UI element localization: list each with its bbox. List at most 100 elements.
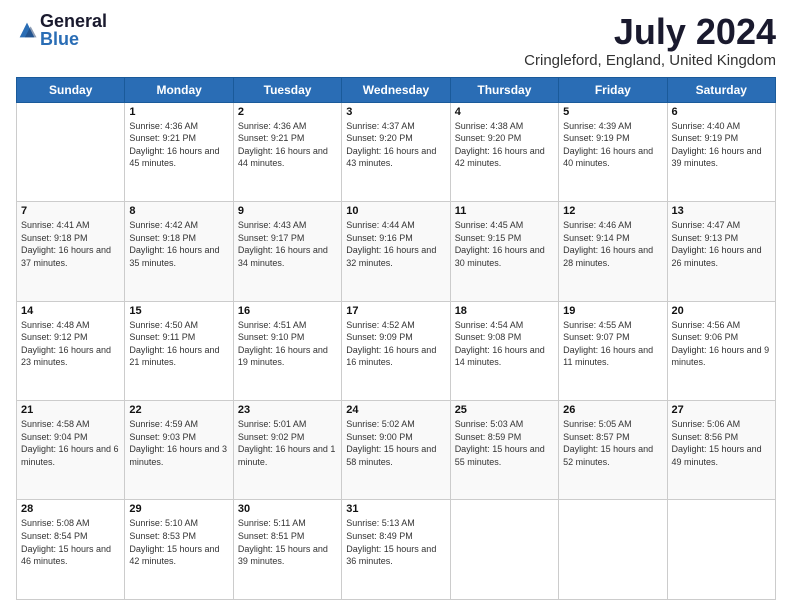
day-number: 4: [455, 106, 554, 118]
day-number: 13: [672, 205, 771, 217]
day-number: 5: [563, 106, 662, 118]
day-info: Sunrise: 4:58 AM Sunset: 9:04 PM Dayligh…: [21, 418, 120, 468]
day-info: Sunrise: 4:54 AM Sunset: 9:08 PM Dayligh…: [455, 319, 554, 369]
calendar-week-row: 28 Sunrise: 5:08 AM Sunset: 8:54 PM Dayli…: [17, 500, 776, 600]
day-number: 26: [563, 404, 662, 416]
table-row: [450, 500, 558, 600]
table-row: 15 Sunrise: 4:50 AM Sunset: 9:11 PM Dayli…: [125, 301, 233, 400]
day-number: 12: [563, 205, 662, 217]
day-number: 27: [672, 404, 771, 416]
day-info: Sunrise: 4:40 AM Sunset: 9:19 PM Dayligh…: [672, 120, 771, 170]
calendar-week-row: 7Sunrise: 4:41 AM Sunset: 9:18 PM Daylig…: [17, 202, 776, 301]
table-row: 11 Sunrise: 4:45 AM Sunset: 9:15 PM Dayli…: [450, 202, 558, 301]
table-row: 7Sunrise: 4:41 AM Sunset: 9:18 PM Daylig…: [17, 202, 125, 301]
day-info: Sunrise: 5:08 AM Sunset: 8:54 PM Dayligh…: [21, 517, 120, 567]
col-saturday: Saturday: [667, 77, 775, 102]
day-info: Sunrise: 5:06 AM Sunset: 8:56 PM Dayligh…: [672, 418, 771, 468]
table-row: [17, 102, 125, 201]
col-thursday: Thursday: [450, 77, 558, 102]
table-row: 16 Sunrise: 4:51 AM Sunset: 9:10 PM Dayli…: [233, 301, 341, 400]
table-row: 4 Sunrise: 4:38 AM Sunset: 9:20 PM Daylig…: [450, 102, 558, 201]
day-number: 31: [346, 503, 445, 515]
day-info: Sunrise: 4:50 AM Sunset: 9:11 PM Dayligh…: [129, 319, 228, 369]
day-info: Sunrise: 5:02 AM Sunset: 9:00 PM Dayligh…: [346, 418, 445, 468]
day-number: 7: [21, 205, 120, 217]
col-friday: Friday: [559, 77, 667, 102]
col-wednesday: Wednesday: [342, 77, 450, 102]
day-info: Sunrise: 4:37 AM Sunset: 9:20 PM Dayligh…: [346, 120, 445, 170]
day-info: Sunrise: 4:38 AM Sunset: 9:20 PM Dayligh…: [455, 120, 554, 170]
day-info: Sunrise: 4:44 AM Sunset: 9:16 PM Dayligh…: [346, 219, 445, 269]
logo-text: General Blue: [40, 12, 107, 48]
table-row: 10 Sunrise: 4:44 AM Sunset: 9:16 PM Dayli…: [342, 202, 450, 301]
day-number: 19: [563, 305, 662, 317]
table-row: 31Sunrise: 5:13 AM Sunset: 8:49 PM Dayli…: [342, 500, 450, 600]
table-row: 3Sunrise: 4:37 AM Sunset: 9:20 PM Daylig…: [342, 102, 450, 201]
day-number: 23: [238, 404, 337, 416]
day-number: 14: [21, 305, 120, 317]
table-row: 30Sunrise: 5:11 AM Sunset: 8:51 PM Dayli…: [233, 500, 341, 600]
day-number: 18: [455, 305, 554, 317]
day-number: 9: [238, 205, 337, 217]
day-info: Sunrise: 4:43 AM Sunset: 9:17 PM Dayligh…: [238, 219, 337, 269]
table-row: [559, 500, 667, 600]
table-row: 13 Sunrise: 4:47 AM Sunset: 9:13 PM Dayli…: [667, 202, 775, 301]
day-info: Sunrise: 5:05 AM Sunset: 8:57 PM Dayligh…: [563, 418, 662, 468]
day-number: 21: [21, 404, 120, 416]
location: Cringleford, England, United Kingdom: [524, 52, 776, 69]
day-number: 11: [455, 205, 554, 217]
table-row: 5 Sunrise: 4:39 AM Sunset: 9:19 PM Daylig…: [559, 102, 667, 201]
day-number: 15: [129, 305, 228, 317]
day-info: Sunrise: 4:42 AM Sunset: 9:18 PM Dayligh…: [129, 219, 228, 269]
col-sunday: Sunday: [17, 77, 125, 102]
day-number: 17: [346, 305, 445, 317]
day-info: Sunrise: 4:39 AM Sunset: 9:19 PM Dayligh…: [563, 120, 662, 170]
table-row: 19 Sunrise: 4:55 AM Sunset: 9:07 PM Dayli…: [559, 301, 667, 400]
table-row: 6 Sunrise: 4:40 AM Sunset: 9:19 PM Daylig…: [667, 102, 775, 201]
day-number: 6: [672, 106, 771, 118]
day-number: 28: [21, 503, 120, 515]
day-info: Sunrise: 4:55 AM Sunset: 9:07 PM Dayligh…: [563, 319, 662, 369]
day-info: Sunrise: 4:36 AM Sunset: 9:21 PM Dayligh…: [129, 120, 228, 170]
day-info: Sunrise: 5:01 AM Sunset: 9:02 PM Dayligh…: [238, 418, 337, 468]
calendar-table: Sunday Monday Tuesday Wednesday Thursday…: [16, 77, 776, 600]
calendar-week-row: 21 Sunrise: 4:58 AM Sunset: 9:04 PM Dayli…: [17, 401, 776, 500]
day-number: 24: [346, 404, 445, 416]
header: General Blue July 2024 Cringleford, Engl…: [16, 12, 776, 69]
table-row: 27 Sunrise: 5:06 AM Sunset: 8:56 PM Dayli…: [667, 401, 775, 500]
day-info: Sunrise: 4:51 AM Sunset: 9:10 PM Dayligh…: [238, 319, 337, 369]
day-info: Sunrise: 5:10 AM Sunset: 8:53 PM Dayligh…: [129, 517, 228, 567]
day-info: Sunrise: 4:56 AM Sunset: 9:06 PM Dayligh…: [672, 319, 771, 369]
day-number: 2: [238, 106, 337, 118]
day-info: Sunrise: 4:47 AM Sunset: 9:13 PM Dayligh…: [672, 219, 771, 269]
calendar-week-row: 14Sunrise: 4:48 AM Sunset: 9:12 PM Dayli…: [17, 301, 776, 400]
table-row: [667, 500, 775, 600]
logo-blue: Blue: [40, 30, 107, 48]
table-row: 25Sunrise: 5:03 AM Sunset: 8:59 PM Dayli…: [450, 401, 558, 500]
table-row: 1 Sunrise: 4:36 AM Sunset: 9:21 PM Daylig…: [125, 102, 233, 201]
day-info: Sunrise: 4:46 AM Sunset: 9:14 PM Dayligh…: [563, 219, 662, 269]
logo-icon: [16, 19, 38, 41]
day-info: Sunrise: 4:59 AM Sunset: 9:03 PM Dayligh…: [129, 418, 228, 468]
table-row: 8 Sunrise: 4:42 AM Sunset: 9:18 PM Daylig…: [125, 202, 233, 301]
table-row: 12 Sunrise: 4:46 AM Sunset: 9:14 PM Dayli…: [559, 202, 667, 301]
calendar-week-row: 1 Sunrise: 4:36 AM Sunset: 9:21 PM Daylig…: [17, 102, 776, 201]
page: General Blue July 2024 Cringleford, Engl…: [0, 0, 792, 612]
day-info: Sunrise: 5:11 AM Sunset: 8:51 PM Dayligh…: [238, 517, 337, 567]
table-row: 21 Sunrise: 4:58 AM Sunset: 9:04 PM Dayli…: [17, 401, 125, 500]
calendar-header-row: Sunday Monday Tuesday Wednesday Thursday…: [17, 77, 776, 102]
day-number: 1: [129, 106, 228, 118]
table-row: 23 Sunrise: 5:01 AM Sunset: 9:02 PM Dayli…: [233, 401, 341, 500]
table-row: 20Sunrise: 4:56 AM Sunset: 9:06 PM Dayli…: [667, 301, 775, 400]
table-row: 29 Sunrise: 5:10 AM Sunset: 8:53 PM Dayli…: [125, 500, 233, 600]
table-row: 24 Sunrise: 5:02 AM Sunset: 9:00 PM Dayli…: [342, 401, 450, 500]
title-area: July 2024 Cringleford, England, United K…: [524, 12, 776, 69]
day-number: 8: [129, 205, 228, 217]
day-info: Sunrise: 4:45 AM Sunset: 9:15 PM Dayligh…: [455, 219, 554, 269]
day-number: 29: [129, 503, 228, 515]
day-number: 16: [238, 305, 337, 317]
logo: General Blue: [16, 12, 107, 48]
col-monday: Monday: [125, 77, 233, 102]
day-number: 10: [346, 205, 445, 217]
month-title: July 2024: [524, 12, 776, 52]
